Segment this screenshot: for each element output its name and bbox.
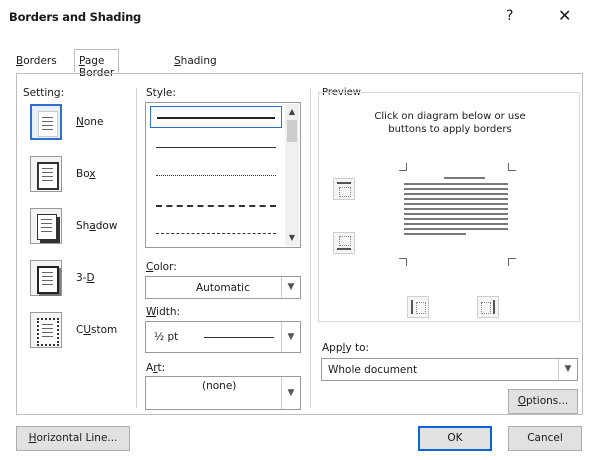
width-dropdown[interactable]: ½ pt ▼ — [145, 321, 301, 353]
chevron-down-icon: ▼ — [281, 277, 300, 298]
setting-3d[interactable]: 3-D — [30, 260, 140, 300]
tab-borders[interactable]: Borders — [16, 52, 57, 74]
style-option-dotted[interactable] — [150, 165, 282, 187]
setting-custom[interactable]: CUstom — [30, 312, 140, 352]
apply-to-value: Whole document — [328, 364, 418, 376]
width-label: Width: — [146, 306, 181, 318]
style-scrollbar[interactable]: ▲ ▼ — [285, 104, 299, 246]
setting-custom-label: CUstom — [76, 324, 118, 336]
ok-button[interactable]: OK — [418, 426, 492, 451]
cancel-button[interactable]: Cancel — [508, 426, 582, 451]
title-bar[interactable]: Borders and Shading ? ✕ — [0, 0, 589, 34]
setting-shadow[interactable]: Shadow — [30, 208, 140, 248]
tab-page-border[interactable]: Page Border — [74, 49, 120, 79]
preview-corner — [399, 258, 407, 266]
preview-instructions: Click on diagram below or use buttons to… — [360, 110, 540, 136]
color-label: Color: — [146, 261, 177, 273]
setting-box-label: Box — [76, 168, 96, 180]
width-preview-line — [204, 337, 274, 338]
setting-shadow-label: Shadow — [76, 220, 118, 232]
borders-and-shading-dialog: Borders and Shading ? ✕ Borders Page Bor… — [0, 0, 589, 460]
preview-corner — [508, 258, 516, 266]
setting-none-label: None — [76, 116, 104, 128]
none-setting-icon — [30, 104, 62, 140]
preview-corner — [399, 163, 407, 171]
preview-corner — [508, 163, 516, 171]
help-button[interactable]: ? — [506, 8, 513, 24]
tab-borders-label: orders — [23, 55, 57, 67]
bottom-border-icon[interactable] — [333, 232, 355, 254]
style-option-dash-dot[interactable] — [150, 223, 282, 245]
preview-document[interactable] — [404, 177, 508, 238]
chevron-down-icon: ▼ — [558, 359, 577, 380]
divider — [310, 88, 311, 408]
setting-none[interactable]: None — [30, 104, 140, 144]
style-option-dashed[interactable] — [150, 195, 282, 217]
style-label: Style: — [146, 87, 176, 99]
top-border-icon[interactable] — [333, 178, 355, 200]
shadow-setting-icon — [30, 208, 62, 244]
art-dropdown[interactable]: (none) ▼ — [145, 376, 301, 410]
scroll-up-icon[interactable]: ▲ — [286, 106, 298, 118]
box-setting-icon — [30, 156, 62, 192]
style-option-solid-thin[interactable] — [150, 137, 282, 159]
tab-shading-label: hading — [180, 55, 217, 67]
tab-shading[interactable]: Shading — [174, 52, 217, 74]
preview-instructions-line1: Click on diagram below or use — [374, 111, 526, 122]
color-value: Automatic — [196, 282, 250, 294]
apply-to-dropdown[interactable]: Whole document ▼ — [321, 358, 578, 381]
horizontal-line-button[interactable]: Horizontal Line... — [16, 426, 130, 451]
color-dropdown[interactable]: Automatic ▼ — [145, 276, 301, 299]
setting-label: Setting: — [23, 87, 65, 99]
right-border-icon[interactable] — [477, 296, 499, 318]
apply-to-label: Apply to: — [322, 342, 370, 354]
dialog-title: Borders and Shading — [9, 10, 142, 24]
style-listbox[interactable]: ▲ ▼ — [145, 102, 301, 248]
custom-setting-icon — [30, 312, 62, 348]
preview-instructions-line2: buttons to apply borders — [388, 124, 512, 135]
scroll-thumb[interactable] — [287, 120, 297, 142]
chevron-down-icon: ▼ — [281, 322, 300, 352]
setting-box[interactable]: Box — [30, 156, 140, 196]
width-value: ½ pt — [154, 331, 179, 343]
left-border-icon[interactable] — [407, 296, 429, 318]
tab-shading-mnemonic: S — [174, 55, 181, 67]
options-button[interactable]: Options... — [508, 389, 578, 414]
setting-3d-label: 3-D — [76, 272, 95, 284]
art-value: (none) — [202, 380, 237, 392]
scroll-down-icon[interactable]: ▼ — [286, 232, 298, 244]
divider — [136, 88, 137, 408]
close-icon[interactable]: ✕ — [558, 6, 571, 25]
chevron-down-icon: ▼ — [281, 377, 300, 409]
art-label: Art: — [146, 362, 166, 374]
style-option-solid-thick[interactable] — [150, 106, 282, 128]
3d-setting-icon — [30, 260, 62, 296]
